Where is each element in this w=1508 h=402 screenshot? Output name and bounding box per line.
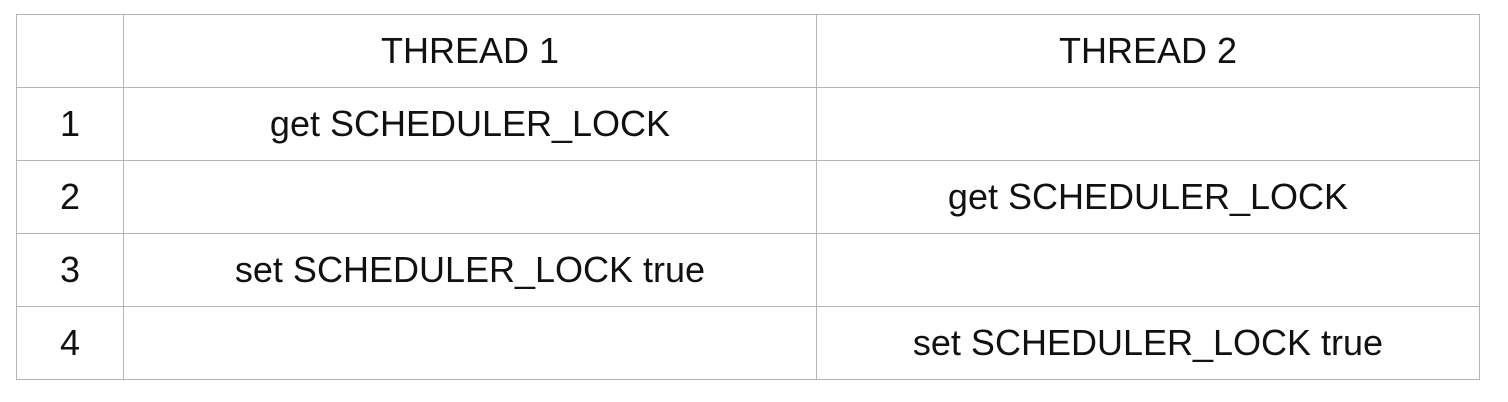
thread-2-action	[816, 233, 1480, 307]
step-number: 1	[16, 87, 124, 161]
thread-1-action	[123, 306, 817, 380]
table-row: 3 set SCHEDULER_LOCK true	[16, 233, 1480, 307]
table-row: 4 set SCHEDULER_LOCK true	[16, 306, 1480, 380]
thread-1-action: set SCHEDULER_LOCK true	[123, 233, 817, 307]
header-cell-step	[16, 14, 124, 88]
thread-1-action: get SCHEDULER_LOCK	[123, 87, 817, 161]
thread-interleaving-table: THREAD 1 THREAD 2 1 get SCHEDULER_LOCK 2…	[16, 14, 1480, 380]
thread-2-action: get SCHEDULER_LOCK	[816, 160, 1480, 234]
thread-1-action	[123, 160, 817, 234]
header-row: THREAD 1 THREAD 2	[16, 14, 1480, 88]
step-number: 3	[16, 233, 124, 307]
step-number: 4	[16, 306, 124, 380]
thread-2-action	[816, 87, 1480, 161]
table-row: 2 get SCHEDULER_LOCK	[16, 160, 1480, 234]
thread-2-action: set SCHEDULER_LOCK true	[816, 306, 1480, 380]
table-row: 1 get SCHEDULER_LOCK	[16, 87, 1480, 161]
header-cell-thread-2: THREAD 2	[816, 14, 1480, 88]
header-cell-thread-1: THREAD 1	[123, 14, 817, 88]
step-number: 2	[16, 160, 124, 234]
